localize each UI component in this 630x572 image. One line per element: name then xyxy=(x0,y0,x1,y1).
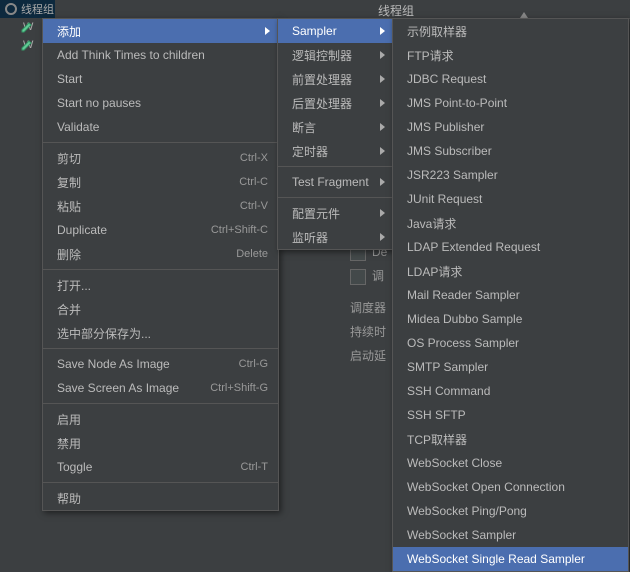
sampler-option[interactable]: SSH SFTP xyxy=(393,403,628,427)
submenu-arrow-icon xyxy=(265,27,270,35)
sampler-option[interactable]: SMTP Sampler xyxy=(393,355,628,379)
sampler-option[interactable]: LDAP Extended Request xyxy=(393,235,628,259)
menu-item-cut[interactable]: 剪切Ctrl-X xyxy=(43,146,278,170)
checkbox-icon[interactable] xyxy=(350,269,366,285)
menu-item-add[interactable]: 添加 xyxy=(43,19,278,43)
sampler-option[interactable]: LDAP请求 xyxy=(393,259,628,283)
pencil-icon xyxy=(20,38,34,52)
sampler-option[interactable]: JSR223 Sampler xyxy=(393,163,628,187)
sampler-option[interactable]: Midea Dubbo Sample xyxy=(393,307,628,331)
menu-item-save-screen-image[interactable]: Save Screen As ImageCtrl+Shift-G xyxy=(43,376,278,400)
sampler-option[interactable]: WebSocket Open Connection xyxy=(393,475,628,499)
submenu-arrow-icon xyxy=(380,99,385,107)
sampler-option[interactable]: WebSocket Close xyxy=(393,451,628,475)
menu-item-enable[interactable]: 启用 xyxy=(43,407,278,431)
menu-item-start-no-pauses[interactable]: Start no pauses xyxy=(43,91,278,115)
submenu-arrow-icon xyxy=(380,209,385,217)
sampler-option[interactable]: JMS Subscriber xyxy=(393,139,628,163)
submenu-arrow-icon xyxy=(380,75,385,83)
menu-item-merge[interactable]: 合并 xyxy=(43,297,278,321)
menu-item-save-selection[interactable]: 选中部分保存为... xyxy=(43,321,278,345)
menu-separator xyxy=(43,269,278,270)
context-menu: 添加 Add Think Times to children Start Sta… xyxy=(42,18,279,511)
sampler-option[interactable]: Java请求 xyxy=(393,211,628,235)
menu-separator xyxy=(278,166,393,167)
submenu-arrow-icon xyxy=(380,178,385,186)
menu-item-thinktimes[interactable]: Add Think Times to children xyxy=(43,43,278,67)
sampler-option[interactable]: SSH Command xyxy=(393,379,628,403)
menu-item-paste[interactable]: 粘贴Ctrl-V xyxy=(43,194,278,218)
form-label: 启动延 xyxy=(350,344,387,368)
menu-separator xyxy=(43,348,278,349)
sampler-option-websocket-single-read[interactable]: WebSocket Single Read Sampler xyxy=(393,547,628,571)
menu-item-assertion[interactable]: 断言 xyxy=(278,115,393,139)
menu-item-duplicate[interactable]: DuplicateCtrl+Shift-C xyxy=(43,218,278,242)
sampler-option[interactable]: WebSocket Sampler xyxy=(393,523,628,547)
submenu-arrow-icon xyxy=(380,123,385,131)
menu-item-toggle[interactable]: ToggleCtrl-T xyxy=(43,455,278,479)
pencil-icon xyxy=(20,20,34,34)
submenu-arrow-icon xyxy=(380,51,385,59)
menu-item-save-node-image[interactable]: Save Node As ImageCtrl-G xyxy=(43,352,278,376)
sampler-option[interactable]: JUnit Request xyxy=(393,187,628,211)
submenu-arrow-icon xyxy=(380,233,385,241)
form-label: 调度器 xyxy=(350,296,387,320)
form-label: 调 xyxy=(372,269,384,283)
menu-item-postprocessor[interactable]: 后置处理器 xyxy=(278,91,393,115)
menu-item-validate[interactable]: Validate xyxy=(43,115,278,139)
sampler-option[interactable]: JDBC Request xyxy=(393,67,628,91)
menu-item-config[interactable]: 配置元件 xyxy=(278,201,393,225)
form-label: 持续时 xyxy=(350,320,387,344)
menu-item-help[interactable]: 帮助 xyxy=(43,486,278,510)
menu-item-disable[interactable]: 禁用 xyxy=(43,431,278,455)
menu-item-preprocessor[interactable]: 前置处理器 xyxy=(278,67,393,91)
sampler-option[interactable]: OS Process Sampler xyxy=(393,331,628,355)
tree-node-threadgroup[interactable]: 线程组 xyxy=(0,0,55,18)
sampler-option[interactable]: FTP请求 xyxy=(393,43,628,67)
menu-item-delete[interactable]: 删除Delete xyxy=(43,242,278,266)
submenu-arrow-icon xyxy=(380,27,385,35)
menu-item-open[interactable]: 打开... xyxy=(43,273,278,297)
menu-item-testfragment[interactable]: Test Fragment xyxy=(278,170,393,194)
menu-item-start[interactable]: Start xyxy=(43,67,278,91)
menu-item-sampler[interactable]: Sampler xyxy=(278,19,393,43)
submenu-sampler: 示例取样器 FTP请求 JDBC Request JMS Point-to-Po… xyxy=(392,18,629,572)
menu-separator xyxy=(43,482,278,483)
sampler-option[interactable]: JMS Point-to-Point xyxy=(393,91,628,115)
menu-item-listener[interactable]: 监听器 xyxy=(278,225,393,249)
tree-label: 线程组 xyxy=(21,1,54,17)
menu-item-logic[interactable]: 逻辑控制器 xyxy=(278,43,393,67)
sampler-option[interactable]: JMS Publisher xyxy=(393,115,628,139)
sampler-option[interactable]: 示例取样器 xyxy=(393,19,628,43)
header-title: 线程组 xyxy=(378,2,414,19)
menu-separator xyxy=(43,142,278,143)
submenu-add: Sampler 逻辑控制器 前置处理器 后置处理器 断言 定时器 Test Fr… xyxy=(277,18,394,250)
menu-item-copy[interactable]: 复制Ctrl-C xyxy=(43,170,278,194)
menu-separator xyxy=(278,197,393,198)
sampler-option[interactable]: TCP取样器 xyxy=(393,427,628,451)
menu-separator xyxy=(43,403,278,404)
thread-group-form: De 调 调度器 持续时 启动延 xyxy=(350,240,387,368)
gear-icon xyxy=(4,2,18,16)
sampler-option[interactable]: WebSocket Ping/Pong xyxy=(393,499,628,523)
submenu-arrow-icon xyxy=(380,147,385,155)
sampler-option[interactable]: Mail Reader Sampler xyxy=(393,283,628,307)
menu-item-timer[interactable]: 定时器 xyxy=(278,139,393,163)
